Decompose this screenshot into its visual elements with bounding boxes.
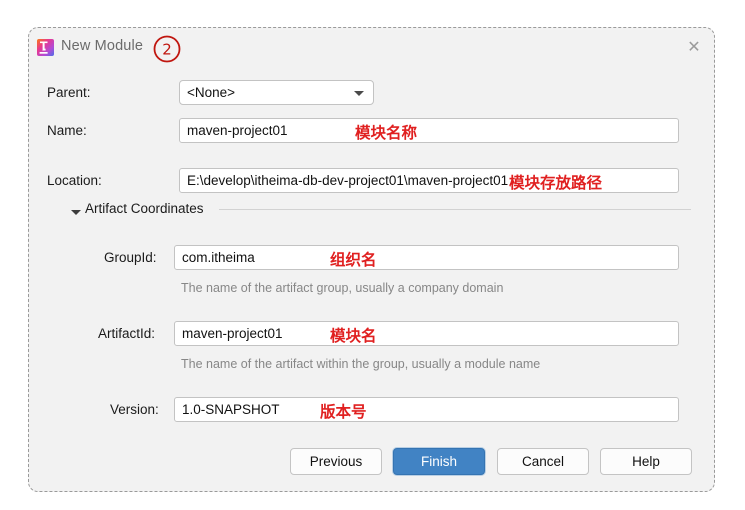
- groupid-annotation: 组织名: [330, 251, 377, 269]
- step-badge-2: 2: [151, 33, 183, 65]
- artifactid-input[interactable]: maven-project01 模块名: [174, 321, 679, 346]
- step-badge-label: 2: [162, 41, 172, 59]
- location-annotation: 模块存放路径: [509, 174, 603, 192]
- artifactid-annotation: 模块名: [330, 327, 377, 345]
- location-label: Location:: [47, 173, 102, 188]
- parent-label: Parent:: [47, 85, 91, 100]
- name-input[interactable]: maven-project01 模块名称: [179, 118, 679, 143]
- version-input-value: 1.0-SNAPSHOT: [182, 402, 280, 417]
- parent-select[interactable]: <None>: [179, 80, 374, 105]
- help-button[interactable]: Help: [600, 448, 692, 475]
- dialog-title: New Module: [61, 38, 144, 54]
- section-divider: [219, 209, 691, 210]
- chevron-down-icon: [354, 91, 364, 96]
- artifactid-input-value: maven-project01: [182, 326, 283, 341]
- location-input-value: E:\develop\itheima-db-dev-project01\mave…: [187, 173, 509, 188]
- cancel-button[interactable]: Cancel: [497, 448, 589, 475]
- version-input[interactable]: 1.0-SNAPSHOT 版本号: [174, 397, 679, 422]
- version-label: Version:: [110, 402, 159, 417]
- groupid-input[interactable]: com.itheima 组织名: [174, 245, 679, 270]
- groupid-label: GroupId:: [104, 250, 157, 265]
- name-label: Name:: [47, 123, 87, 138]
- intellij-idea-icon: [37, 39, 54, 56]
- parent-select-value: <None>: [187, 85, 236, 100]
- groupid-input-value: com.itheima: [182, 250, 255, 265]
- name-annotation: 模块名称: [355, 124, 418, 142]
- finish-button[interactable]: Finish: [393, 448, 485, 475]
- version-annotation: 版本号: [320, 403, 367, 421]
- new-module-dialog: New Module 2 ✕ Parent: <None> Name: mave…: [28, 27, 715, 492]
- artifactid-hint: The name of the artifact within the grou…: [181, 357, 541, 371]
- artifact-coordinates-toggle-icon[interactable]: [71, 210, 81, 215]
- groupid-hint: The name of the artifact group, usually …: [181, 281, 504, 295]
- artifact-coordinates-title: Artifact Coordinates: [85, 201, 204, 216]
- location-input[interactable]: E:\develop\itheima-db-dev-project01\mave…: [179, 168, 679, 193]
- previous-button[interactable]: Previous: [290, 448, 382, 475]
- name-input-value: maven-project01: [187, 123, 288, 138]
- close-icon[interactable]: ✕: [682, 35, 706, 59]
- dialog-titlebar: New Module 2 ✕: [29, 28, 714, 68]
- artifactid-label: ArtifactId:: [98, 326, 156, 341]
